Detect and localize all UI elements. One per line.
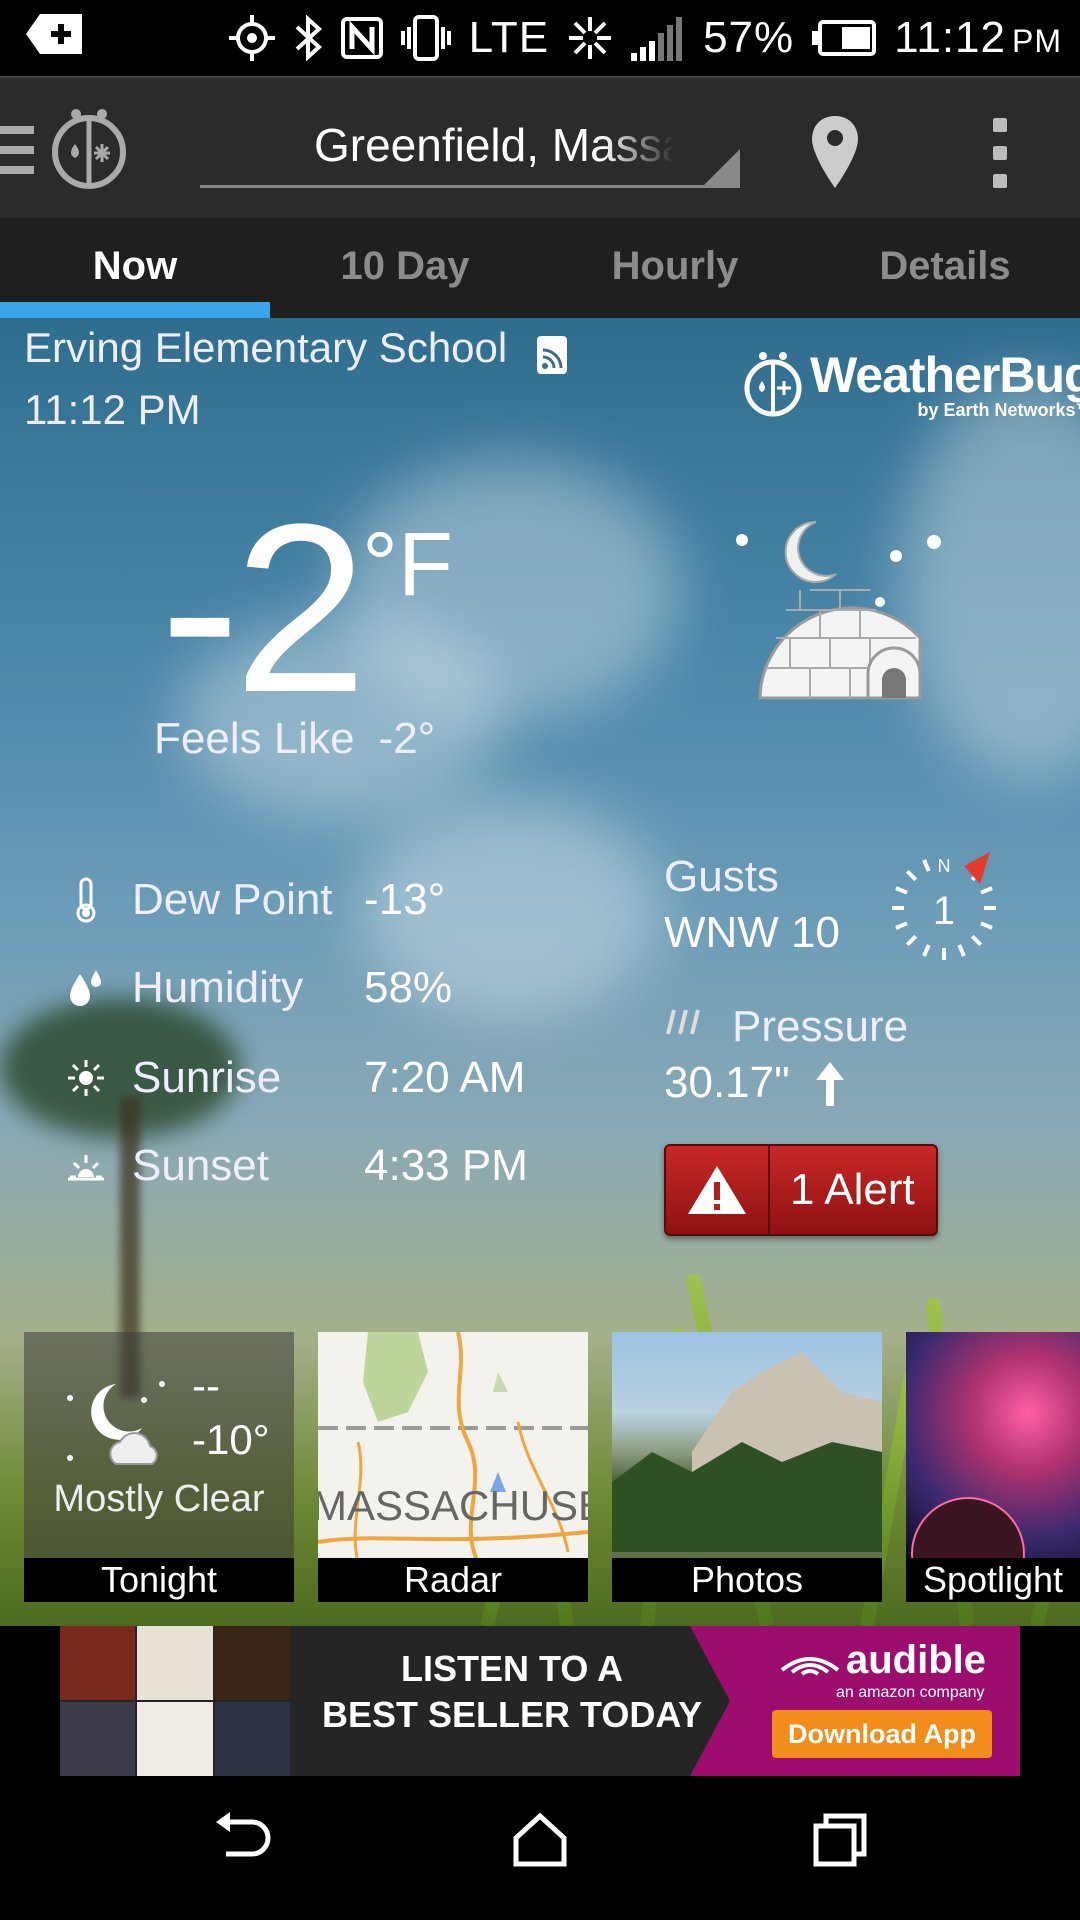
pressure-value: 30.17" <box>664 1058 790 1107</box>
spotlight-card[interactable]: Spotlight <box>906 1332 1080 1602</box>
recent-apps-icon[interactable] <box>812 1812 868 1873</box>
photos-card[interactable]: Photos <box>612 1332 882 1602</box>
photos-card-label: Photos <box>612 1558 882 1602</box>
station-name[interactable]: Erving Elementary School <box>24 324 567 374</box>
compass-speed: 1 <box>933 889 955 933</box>
thermometer-icon <box>66 877 106 923</box>
weatherbug-logo-icon <box>744 351 802 416</box>
notification-icon <box>26 14 82 59</box>
gusts-value: WNW 10 <box>664 908 840 957</box>
radar-card[interactable]: MASSACHUSETTS Radar <box>318 1332 588 1602</box>
compass-tick <box>895 886 908 895</box>
tab-now[interactable]: Now <box>0 218 270 318</box>
detail-sunrise: Sunrise 7:20 AM <box>66 1048 525 1108</box>
dropdown-caret-icon <box>704 149 740 185</box>
spotlight-card-label: Spotlight <box>906 1558 1080 1602</box>
current-temperature: -2 <box>160 474 367 742</box>
humidity-drop-icon <box>66 968 106 1008</box>
compass-tick <box>970 934 983 947</box>
compass-tick <box>895 921 908 930</box>
battery-icon <box>812 20 877 56</box>
compass-tick <box>980 886 993 895</box>
ad-brand-sub: an amazon company <box>836 1684 985 1701</box>
overflow-menu-icon[interactable] <box>990 118 1010 188</box>
wind-direction-pointer <box>964 852 990 884</box>
pressure-label: Pressure <box>732 1002 909 1051</box>
feels-like: Feels Like -2° <box>154 714 436 763</box>
clock: 11:12 PM <box>894 13 1062 62</box>
navigation-bar <box>0 1776 1080 1920</box>
location-pin-icon[interactable] <box>810 114 860 195</box>
tab-10-day[interactable]: 10 Day <box>270 218 540 318</box>
compass-tick <box>957 944 966 957</box>
compass-tick <box>980 921 993 930</box>
tonight-card-label: Tonight <box>24 1558 294 1602</box>
ad-brand: audible <box>846 1638 987 1682</box>
wind-compass[interactable]: N 1 <box>884 848 1004 973</box>
tonight-high: -- <box>192 1362 220 1409</box>
bluetooth-icon <box>293 15 323 61</box>
radar-card-label: Radar <box>318 1558 588 1602</box>
warning-icon <box>666 1146 770 1234</box>
compass-tick <box>922 859 931 872</box>
pressure-icon <box>664 1006 706 1041</box>
nfc-icon <box>340 17 383 59</box>
home-icon[interactable] <box>512 1812 568 1873</box>
battery-percent: 57% <box>703 13 795 62</box>
data-activity-icon <box>567 15 613 61</box>
weatherbug-app-icon[interactable] <box>50 106 128 195</box>
temperature-unit[interactable]: °F <box>362 514 453 617</box>
tab-bar: Now 10 Day Hourly Details <box>0 218 1080 318</box>
vibrate-icon <box>400 15 451 61</box>
app-bar: Greenfield, Massachusetts <box>0 76 1080 218</box>
signal-icon <box>631 15 685 61</box>
ad-headline: LISTEN TO A BEST SELLER TODAY <box>322 1648 703 1735</box>
status-bar: LTE 57% 11:12 PM <box>0 0 1080 76</box>
location-name: Greenfield, Massachusetts <box>314 119 674 171</box>
radar-map-label: MASSACHUSETTS <box>318 1482 588 1529</box>
tonight-low: -10° <box>192 1416 270 1463</box>
compass-north-label: N <box>938 856 951 876</box>
arrow-up-icon <box>812 1060 848 1113</box>
back-icon[interactable] <box>212 1812 272 1873</box>
sunset-icon <box>66 1151 106 1181</box>
download-app-button[interactable]: Download App <box>772 1710 992 1758</box>
observation-time: 11:12 PM <box>24 386 201 433</box>
tab-hourly[interactable]: Hourly <box>540 218 810 318</box>
detail-dew-point: Dew Point -13° <box>66 870 445 930</box>
compass-tick <box>905 869 918 882</box>
network-type: LTE <box>468 13 550 62</box>
audible-logo-icon <box>780 1657 840 1676</box>
ad-book-covers <box>60 1626 290 1776</box>
detail-sunset: Sunset 4:33 PM <box>66 1136 528 1196</box>
ad-banner[interactable]: LISTEN TO A BEST SELLER TODAY audible an… <box>60 1626 1020 1776</box>
sunrise-icon <box>66 1058 106 1098</box>
tonight-description: Mostly Clear <box>53 1478 265 1520</box>
compass-tick <box>922 944 931 957</box>
location-dropdown[interactable]: Greenfield, Massachusetts <box>200 114 740 188</box>
compass-tick <box>905 934 918 947</box>
gusts-label: Gusts <box>664 852 779 901</box>
tab-details[interactable]: Details <box>810 218 1080 318</box>
detail-humidity: Humidity 58% <box>66 958 452 1018</box>
drawer-menu-icon[interactable] <box>0 122 34 183</box>
rss-feed-icon <box>536 335 567 374</box>
weatherbug-logo: WeatherBug by Earth Networks™ <box>742 346 1080 421</box>
igloo-night-icon <box>720 518 960 723</box>
gps-icon <box>228 15 275 61</box>
alert-button[interactable]: 1 Alert <box>664 1144 938 1236</box>
moon-cloud-icon <box>67 1381 165 1465</box>
tonight-card[interactable]: -- -10° Mostly Clear Tonight <box>24 1332 294 1602</box>
